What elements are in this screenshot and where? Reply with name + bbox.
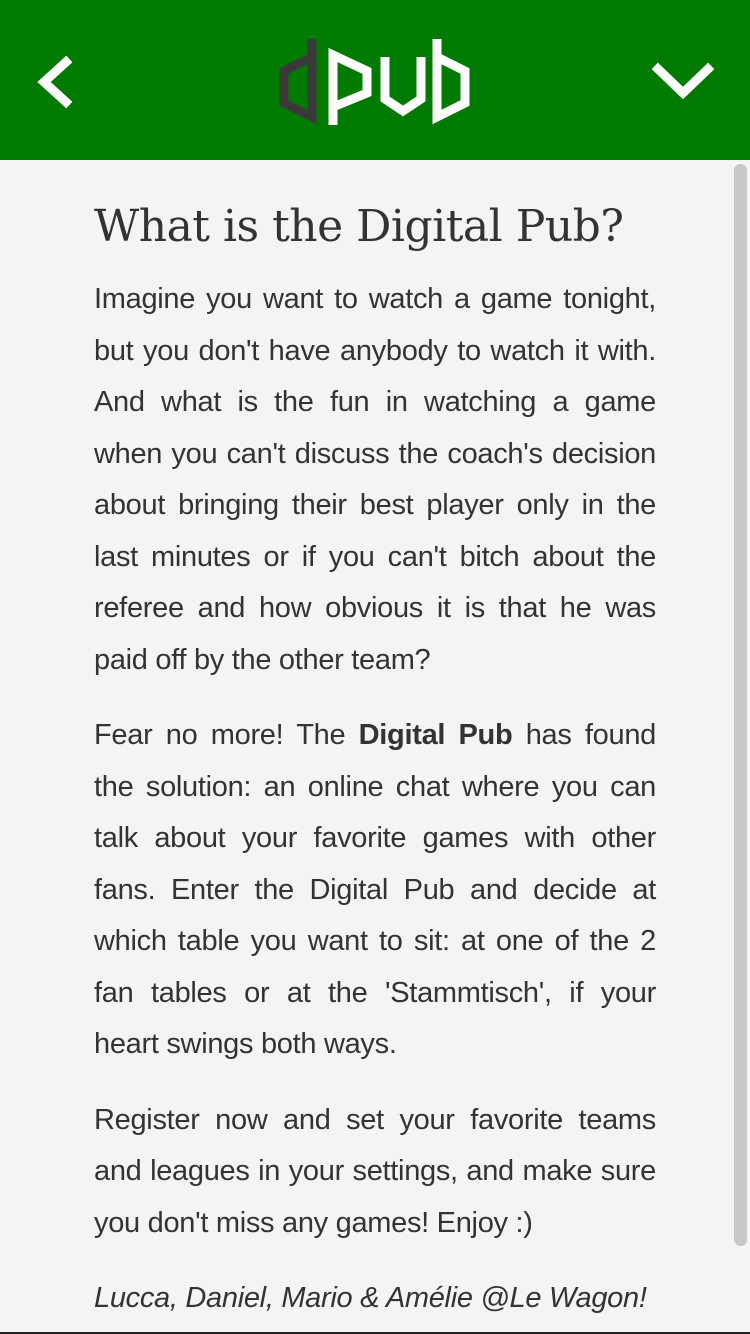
chevron-down-icon [651,62,715,100]
article-content: What is the Digital Pub? Imagine you wan… [94,196,656,1334]
register-paragraph: Register now and set your favorite teams… [94,1103,656,1239]
solution-paragraph: Fear no more! The Digital Pub has found … [94,710,656,1071]
dpub-logo[interactable] [275,33,475,129]
menu-toggle-button[interactable] [648,55,718,110]
intro-paragraph: Imagine you want to watch a game tonight… [94,283,656,676]
scrollbar[interactable] [734,164,747,1246]
signature: Lucca, Daniel, Mario & Amélie @Le Wagon! [94,1282,647,1314]
dpub-logo-image [279,39,470,125]
solution-text-start: Fear no more! The [94,719,359,751]
app-header [0,0,750,160]
digital-pub-emphasis: Digital Pub [358,719,513,751]
chevron-left-icon [37,55,73,109]
back-button[interactable] [30,48,90,118]
solution-text-end: has found the solution: an online chat w… [94,719,656,1060]
page-title: What is the Digital Pub? [94,201,624,252]
